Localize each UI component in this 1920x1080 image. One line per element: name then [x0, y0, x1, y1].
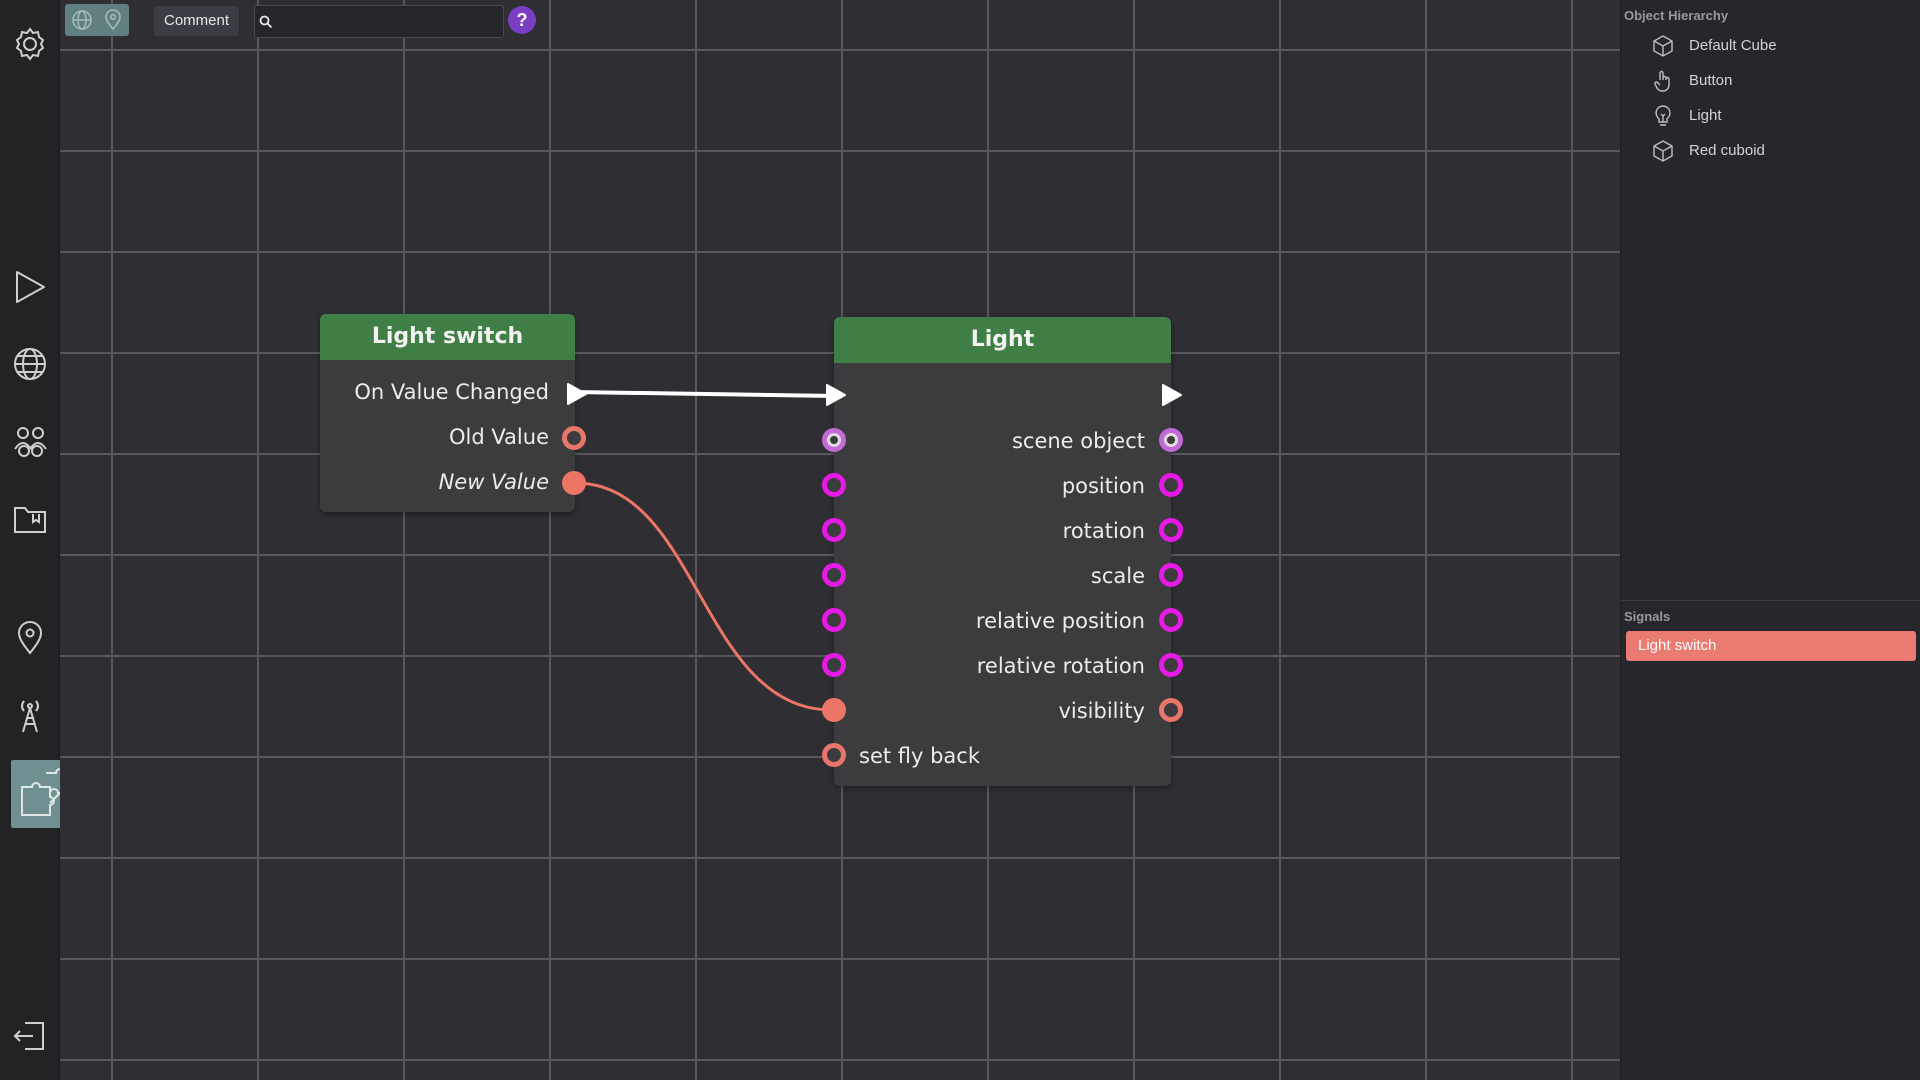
hierarchy-item-default-cube[interactable]: Default Cube — [1651, 31, 1911, 61]
visibility-in-port[interactable] — [822, 698, 846, 722]
flow-in-port[interactable] — [825, 383, 847, 407]
node-title: Light — [834, 317, 1171, 363]
search-box[interactable] — [254, 5, 504, 39]
folder-icon[interactable] — [11, 500, 49, 538]
port-label-relative-position: relative position — [975, 609, 1145, 633]
exit-icon[interactable] — [11, 1017, 49, 1055]
object-hierarchy-title: Object Hierarchy — [1624, 8, 1729, 23]
people-icon[interactable] — [11, 423, 49, 461]
port-label-position: position — [1061, 474, 1145, 498]
cube-icon — [1653, 140, 1673, 162]
left-sidebar — [0, 0, 79, 1080]
port-label-visibility: visibility — [1058, 699, 1145, 723]
set-fly-back-in-port[interactable] — [822, 743, 846, 767]
position-out-port[interactable] — [1159, 473, 1183, 497]
rotation-in-port[interactable] — [822, 518, 846, 542]
globe-icon[interactable] — [70, 8, 94, 32]
antenna-icon[interactable] — [11, 697, 49, 735]
scene-object-in-port[interactable] — [822, 428, 846, 452]
port-label-old-value: Old Value — [448, 425, 549, 449]
globe-icon[interactable] — [11, 345, 49, 383]
scale-out-port[interactable] — [1159, 563, 1183, 587]
light-switch-node[interactable]: Light switch On Value Changed Old Value … — [320, 314, 575, 512]
port-label-scale: scale — [1090, 564, 1145, 588]
new-value-port[interactable] — [562, 471, 586, 495]
port-label-rotation: rotation — [1062, 519, 1145, 543]
search-input[interactable] — [277, 6, 501, 39]
hierarchy-item-label: Red cuboid — [1689, 142, 1765, 159]
location-pin-icon[interactable] — [101, 8, 125, 32]
comment-button[interactable]: Comment — [154, 6, 240, 36]
help-button[interactable]: ? — [508, 6, 536, 34]
old-value-port[interactable] — [562, 426, 586, 450]
relative-position-out-port[interactable] — [1159, 608, 1183, 632]
lightbulb-icon — [1655, 105, 1671, 126]
flow-out-port[interactable] — [566, 382, 588, 406]
play-icon[interactable] — [11, 268, 49, 306]
port-label-set-fly-back: set fly back — [859, 744, 981, 768]
hierarchy-item-button[interactable]: Button — [1651, 66, 1911, 96]
view-mode-toggle[interactable] — [65, 4, 129, 36]
port-label-new-value: New Value — [438, 470, 549, 494]
port-label-scene-object: scene object — [1011, 429, 1145, 453]
signal-item-label: Light switch — [1638, 637, 1717, 654]
relative-rotation-out-port[interactable] — [1159, 653, 1183, 677]
hierarchy-item-label: Button — [1689, 72, 1733, 89]
hierarchy-item-light[interactable]: Light — [1651, 101, 1911, 131]
port-label-relative-rotation: relative rotation — [976, 654, 1145, 678]
right-panel: Object Hierarchy Default Cube Button Lig… — [1620, 0, 1920, 1080]
location-pin-icon[interactable] — [11, 619, 49, 657]
relative-rotation-in-port[interactable] — [822, 653, 846, 677]
scale-in-port[interactable] — [822, 563, 846, 587]
panel-divider — [1621, 600, 1920, 601]
cube-icon — [1653, 35, 1673, 57]
hierarchy-item-label: Light — [1689, 107, 1722, 124]
rotation-out-port[interactable] — [1159, 518, 1183, 542]
port-label-on-value-changed: On Value Changed — [354, 380, 549, 404]
node-canvas[interactable]: Comment ? Light switch On Value Changed … — [60, 0, 1620, 1080]
flow-out-port[interactable] — [1161, 383, 1183, 407]
signal-item-light-switch[interactable]: Light switch — [1626, 631, 1916, 661]
hierarchy-item-label: Default Cube — [1689, 37, 1777, 54]
node-title: Light switch — [320, 314, 575, 360]
settings-icon[interactable] — [11, 25, 49, 63]
hierarchy-item-red-cuboid[interactable]: Red cuboid — [1651, 136, 1911, 166]
visibility-out-port[interactable] — [1159, 698, 1183, 722]
scene-object-out-port[interactable] — [1159, 428, 1183, 452]
light-node[interactable]: Light scene object position rotation sca… — [834, 317, 1171, 786]
position-in-port[interactable] — [822, 473, 846, 497]
relative-position-in-port[interactable] — [822, 608, 846, 632]
signals-title: Signals — [1624, 609, 1671, 624]
hand-pointer-icon — [1654, 70, 1670, 92]
search-icon — [259, 15, 273, 29]
